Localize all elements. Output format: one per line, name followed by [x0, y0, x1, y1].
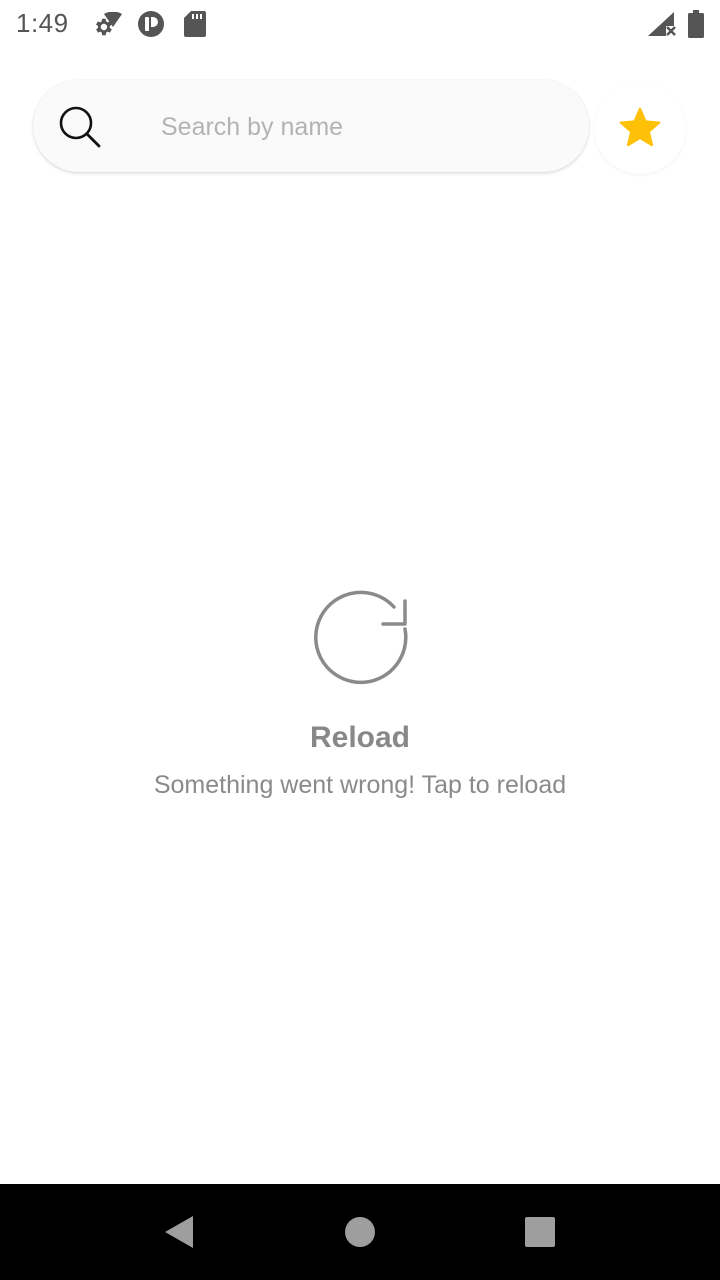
wifi-icon [104, 12, 122, 27]
sd-card-icon [184, 11, 206, 37]
search-icon [59, 106, 101, 148]
signal-no-data-icon [648, 12, 676, 36]
app-notification-icon [138, 11, 164, 37]
reload-title: Reload [309, 721, 411, 754]
navigation-bar [0, 1184, 720, 1280]
recents-icon[interactable] [516, 1208, 564, 1256]
battery-icon [688, 10, 704, 38]
reload-message: Something went wrong! Tap to reload [153, 771, 567, 799]
status-bar: 1:49 [0, 0, 720, 50]
favorites-button[interactable] [594, 82, 686, 174]
reload-area[interactable]: Reload Something went wrong! Tap to relo… [0, 585, 720, 800]
search-bar[interactable] [33, 80, 589, 172]
reload-icon[interactable] [310, 585, 410, 685]
status-time: 1:49 [16, 8, 69, 38]
search-input[interactable] [159, 100, 563, 154]
star-icon [619, 107, 661, 147]
home-icon[interactable] [336, 1208, 384, 1256]
back-icon[interactable] [155, 1208, 203, 1256]
